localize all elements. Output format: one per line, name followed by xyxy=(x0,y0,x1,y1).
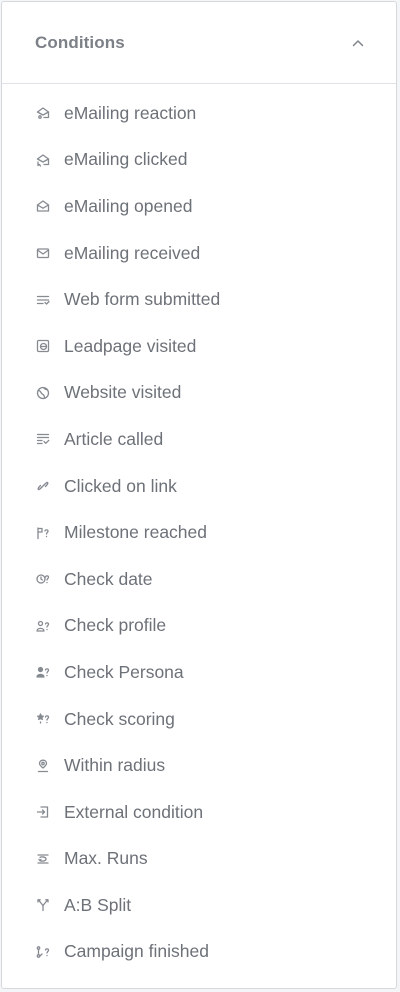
condition-label: Leadpage visited xyxy=(64,335,197,356)
milestone-question-icon xyxy=(35,525,51,541)
envelope-open-icon xyxy=(35,198,51,214)
condition-label: Clicked on link xyxy=(64,475,177,496)
clock-question-icon xyxy=(35,571,51,587)
condition-item-leadpage-visited[interactable]: Leadpage visited xyxy=(2,323,396,370)
condition-item-article-called[interactable]: Article called xyxy=(2,416,396,463)
condition-item-emailing-received[interactable]: eMailing received xyxy=(2,230,396,277)
conditions-header[interactable]: Conditions xyxy=(2,2,396,84)
location-pin-icon xyxy=(35,758,51,774)
split-icon xyxy=(35,897,51,913)
condition-item-clicked-on-link[interactable]: Clicked on link xyxy=(2,463,396,510)
condition-label: Within radius xyxy=(64,755,166,776)
campaign-finished-icon xyxy=(35,944,51,960)
condition-item-emailing-clicked[interactable]: eMailing clicked xyxy=(2,137,396,184)
article-icon xyxy=(35,431,51,447)
condition-label: Check date xyxy=(64,568,153,589)
condition-item-external-condition[interactable]: External condition xyxy=(2,789,396,836)
panel-title: Conditions xyxy=(35,32,125,52)
condition-label: eMailing clicked xyxy=(64,149,188,170)
condition-item-check-profile[interactable]: Check profile xyxy=(2,603,396,650)
condition-item-campaign-finished[interactable]: Campaign finished xyxy=(2,929,396,976)
globe-icon xyxy=(35,385,51,401)
condition-label: A:B Split xyxy=(64,894,132,915)
scoring-question-icon xyxy=(35,711,51,727)
condition-label: Milestone reached xyxy=(64,522,207,543)
condition-label: Max. Runs xyxy=(64,848,148,869)
condition-label: Check Persona xyxy=(64,661,184,682)
condition-item-web-form-submitted[interactable]: Web form submitted xyxy=(2,276,396,323)
condition-label: eMailing reaction xyxy=(64,102,197,123)
condition-label: Campaign finished xyxy=(64,941,209,962)
conditions-panel: Conditions eMailing reaction eMailing cl… xyxy=(1,1,397,989)
condition-label: Check profile xyxy=(64,615,167,636)
leadpage-icon xyxy=(35,338,51,354)
external-condition-icon xyxy=(35,804,51,820)
condition-label: Article called xyxy=(64,428,164,449)
condition-item-emailing-reaction[interactable]: eMailing reaction xyxy=(2,90,396,137)
condition-item-check-date[interactable]: Check date xyxy=(2,556,396,603)
max-runs-icon xyxy=(35,851,51,867)
condition-item-check-scoring[interactable]: Check scoring xyxy=(2,696,396,743)
persona-question-icon xyxy=(35,664,51,680)
condition-label: eMailing received xyxy=(64,242,201,263)
chevron-up-icon[interactable] xyxy=(350,35,366,51)
conditions-list: eMailing reaction eMailing clicked eMail… xyxy=(2,84,396,975)
condition-item-ab-split[interactable]: A:B Split xyxy=(2,882,396,929)
condition-label: Website visited xyxy=(64,382,182,403)
condition-label: Check scoring xyxy=(64,708,175,729)
condition-item-website-visited[interactable]: Website visited xyxy=(2,370,396,417)
condition-item-check-persona[interactable]: Check Persona xyxy=(2,649,396,696)
envelope-clicked-icon xyxy=(35,152,51,168)
envelope-reaction-icon xyxy=(35,105,51,121)
condition-label: Web form submitted xyxy=(64,289,221,310)
condition-label: eMailing opened xyxy=(64,195,193,216)
link-icon xyxy=(35,478,51,494)
condition-item-milestone-reached[interactable]: Milestone reached xyxy=(2,509,396,556)
condition-item-within-radius[interactable]: Within radius xyxy=(2,742,396,789)
envelope-icon xyxy=(35,245,51,261)
condition-label: External condition xyxy=(64,801,204,822)
condition-item-emailing-opened[interactable]: eMailing opened xyxy=(2,183,396,230)
condition-item-max-runs[interactable]: Max. Runs xyxy=(2,836,396,883)
profile-question-icon xyxy=(35,618,51,634)
form-icon xyxy=(35,292,51,308)
